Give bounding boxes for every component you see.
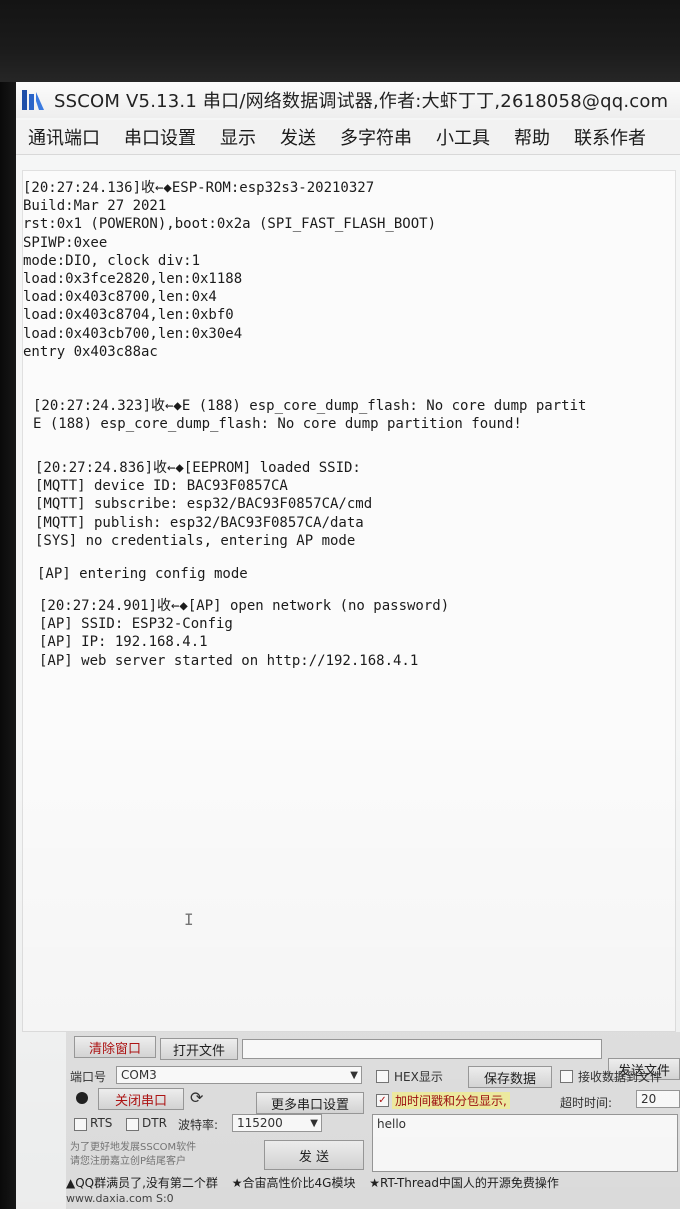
refresh-icon[interactable]: ⟳ [190,1088,203,1107]
baud-rate-select[interactable]: 115200 ▼ [232,1114,322,1132]
timestamp-split-label: 加时间戳和分包显示, [392,1092,510,1109]
menu-bar: 通讯端口 串口设置 显示 发送 多字符串 小工具 帮助 联系作者 [16,120,680,155]
log-line: mode:DIO, clock div:1 [23,252,201,269]
status-item[interactable]: ★RT-Thread中国人的开源免费操作 [369,1176,559,1190]
log-line: rst:0x1 (POWERON),boot:0x2a (SPI_FAST_FL… [23,216,437,233]
menu-send[interactable]: 发送 [268,124,328,150]
menu-tools[interactable]: 小工具 [424,124,502,150]
log-block-boot: [20:27:24.136]收←◆ESP-ROM:esp32s3-2021032… [23,179,436,361]
log-block-ap-mode: [AP] entering config mode [37,565,248,583]
baud-rate-value: 115200 [237,1116,283,1130]
log-line: [20:27:24.836]收←◆[EEPROM] loaded SSID: [35,460,361,476]
timeout-input[interactable]: 20 [636,1090,680,1108]
mouse-cursor-icon: I [184,910,194,929]
menu-multi-string[interactable]: 多字符串 [328,124,424,150]
file-path-input[interactable] [242,1039,602,1059]
send-text-input[interactable]: hello [372,1114,678,1172]
log-line: [AP] entering config mode [37,566,248,582]
receive-to-file-checkbox[interactable] [560,1070,573,1083]
log-line: entry 0x403c88ac [23,343,158,360]
tip-line-2: 请您注册嘉立创P结尾客户 [70,1156,187,1167]
log-line: [SYS] no credentials, entering AP mode [35,532,356,549]
timestamp-split-checkbox[interactable]: ✓ [376,1094,389,1107]
log-block-mqtt: [20:27:24.836]收←◆[EEPROM] loaded SSID: [… [35,459,372,550]
menu-serial-settings[interactable]: 串口设置 [112,124,208,150]
more-serial-settings-button[interactable]: 更多串口设置 [256,1092,364,1114]
log-block-coredump: [20:27:24.323]收←◆E (188) esp_core_dump_f… [33,397,586,433]
log-line: SPIWP:0xee [23,234,108,251]
baud-rate-label: 波特率: [178,1118,219,1132]
log-line: load:0x3fce2820,len:0x1188 [23,271,243,288]
log-line: [20:27:24.136]收←◆ESP-ROM:esp32s3-2021032… [23,180,375,196]
menu-display[interactable]: 显示 [208,124,268,150]
log-line: load:0x403c8704,len:0xbf0 [23,307,234,324]
chevron-down-icon: ▼ [350,1070,358,1081]
status-item[interactable]: ▲QQ群满员了,没有第二个群 [66,1176,218,1190]
log-line: [AP] SSID: ESP32-Config [39,616,233,633]
dtr-checkbox[interactable] [126,1118,139,1131]
port-label: 端口号 [70,1070,107,1084]
status-bar: ▲QQ群满员了,没有第二个群 ★合宙高性价比4G模块 ★RT-Thread中国人… [66,1174,680,1192]
receive-terminal[interactable]: [20:27:24.136]收←◆ESP-ROM:esp32s3-2021032… [22,170,676,1032]
log-line: load:0x403cb700,len:0x30e4 [23,325,243,342]
hex-display-checkbox[interactable] [376,1070,389,1083]
monitor-bezel-top [0,0,680,82]
control-panel: 清除窗口 打开文件 发送文件 端口号 COM3 ▼ HEX显示 保存数据 接收数… [66,1032,680,1209]
open-file-button[interactable]: 打开文件 [160,1038,238,1060]
log-line: load:0x403c8700,len:0x4 [23,289,217,306]
save-data-button[interactable]: 保存数据 [468,1066,552,1088]
menu-contact-author[interactable]: 联系作者 [562,124,658,150]
send-button[interactable]: 发 送 [264,1140,364,1170]
log-line: [20:27:24.323]收←◆E (188) esp_core_dump_f… [33,398,587,414]
dtr-label: DTR [142,1116,167,1130]
log-line: E (188) esp_core_dump_flash: No core dum… [33,416,522,433]
footer-bar: www.daxia.com S:0 [66,1192,680,1209]
log-line: [AP] web server started on http://192.16… [39,652,419,669]
timeout-label: 超时时间: [560,1096,613,1110]
title-bar: SSCOM V5.13.1 串口/网络数据调试器,作者:大虾丁丁,2618058… [16,82,680,118]
log-line: Build:Mar 27 2021 [23,198,167,215]
log-line: [20:27:24.901]收←◆[AP] open network (no p… [39,598,450,614]
menu-help[interactable]: 帮助 [502,124,562,150]
port-select[interactable]: COM3 ▼ [116,1066,362,1084]
window-title: SSCOM V5.13.1 串口/网络数据调试器,作者:大虾丁丁,2618058… [54,91,669,112]
clear-window-button[interactable]: 清除窗口 [74,1036,156,1058]
tip-line-1: 为了更好地发展SSCOM软件 [70,1142,197,1153]
status-item[interactable]: ★合宙高性价比4G模块 [232,1176,356,1190]
log-block-ap-network: [20:27:24.901]收←◆[AP] open network (no p… [39,597,449,670]
hex-display-label: HEX显示 [394,1070,443,1084]
receive-to-file-label: 接收数据到文件 [578,1070,663,1084]
sscom-window: SSCOM V5.13.1 串口/网络数据调试器,作者:大虾丁丁,2618058… [16,82,680,1209]
log-line: [AP] IP: 192.168.4.1 [39,634,208,651]
port-status-indicator-icon [76,1092,88,1104]
rts-label: RTS [90,1116,113,1130]
log-line: [MQTT] device ID: BAC93F0857CA [35,478,288,495]
rts-checkbox[interactable] [74,1118,87,1131]
footer-text[interactable]: www.daxia.com S:0 [66,1192,174,1205]
port-value: COM3 [121,1068,157,1082]
menu-comm-port[interactable]: 通讯端口 [16,124,112,150]
log-line: [MQTT] publish: esp32/BAC93F0857CA/data [35,514,364,531]
log-line: [MQTT] subscribe: esp32/BAC93F0857CA/cmd [35,496,373,513]
chevron-down-icon: ▼ [310,1118,318,1129]
sscom-app-icon [22,90,44,110]
close-port-button[interactable]: 关闭串口 [98,1088,184,1110]
